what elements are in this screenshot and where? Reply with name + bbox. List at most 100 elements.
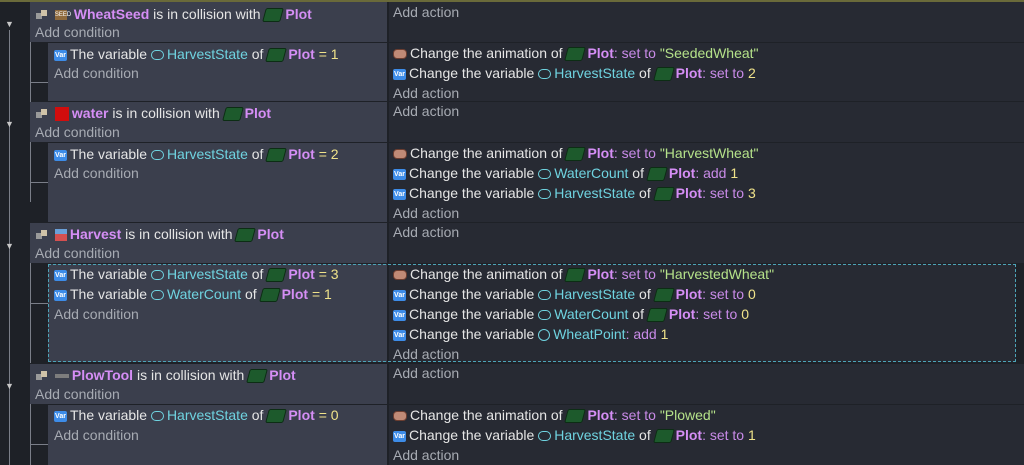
event-4-actions[interactable] — [389, 364, 1024, 404]
tree-line — [30, 182, 48, 183]
value: 0 — [747, 286, 756, 302]
tree-line — [30, 404, 31, 465]
variable-name: HarvestState — [166, 46, 248, 62]
operator: : set to — [613, 266, 656, 282]
object-name: Plot — [675, 65, 703, 81]
sub-condition[interactable]: Var The variable HarvestState of Plot = 0 — [54, 405, 339, 425]
event-2-condition[interactable]: water is in collision with Plot — [36, 103, 271, 123]
action-text: Change the variable — [409, 165, 535, 181]
of-text: of — [251, 146, 264, 162]
plot-icon — [652, 288, 675, 303]
collapse-caret-icon[interactable]: ▼ — [5, 120, 15, 129]
animation-icon — [393, 149, 407, 160]
object-name: PlowTool — [71, 367, 134, 383]
add-condition-link[interactable]: Add condition — [35, 243, 120, 263]
plot-icon — [652, 187, 675, 202]
event-1-condition[interactable]: SEED WheatSeed is in collision with Plot — [36, 4, 312, 24]
value: 1 — [324, 286, 332, 302]
action-row[interactable]: Change the animation of Plot: set to "Ha… — [393, 143, 758, 163]
value: "SeededWheat" — [659, 45, 759, 61]
global-variable-icon — [538, 329, 551, 342]
animation-icon — [393, 411, 407, 422]
action-row[interactable]: Var Change the variable WheatPoint: add 1 — [393, 324, 668, 344]
object-variable-icon — [150, 150, 164, 161]
add-action-link[interactable]: Add action — [393, 445, 459, 465]
value: 3 — [747, 185, 756, 201]
of-text: of — [639, 185, 651, 201]
sub-condition[interactable]: Var The variable HarvestState of Plot = 3 — [54, 264, 339, 284]
variable-name: HarvestState — [554, 65, 636, 81]
variable-name: HarvestState — [554, 427, 636, 443]
collision-icon — [36, 10, 48, 20]
sub-condition[interactable]: Var The variable HarvestState of Plot = 1 — [54, 44, 339, 64]
add-action-link[interactable]: Add action — [393, 83, 459, 103]
target-name: Plot — [269, 367, 296, 383]
object-name: Harvest — [69, 226, 122, 242]
add-condition-link[interactable]: Add condition — [54, 63, 139, 83]
variable-name: WheatPoint — [553, 326, 626, 342]
action-row[interactable]: Var Change the variable WaterCount of Plo… — [393, 163, 738, 183]
target-name: Plot — [285, 6, 312, 22]
sub-condition[interactable]: Var The variable HarvestState of Plot = 2 — [54, 144, 339, 164]
event-2-actions[interactable] — [389, 102, 1024, 142]
add-condition-link[interactable]: Add condition — [54, 425, 139, 445]
action-row[interactable]: Var Change the variable HarvestState of P… — [393, 425, 756, 445]
condition-text: The variable — [70, 146, 148, 162]
of-text: of — [251, 266, 264, 282]
operator: : set to — [613, 45, 656, 61]
object-variable-icon — [538, 310, 552, 321]
value: 1 — [660, 326, 669, 342]
operator: = — [311, 286, 321, 302]
action-text: Change the variable — [409, 65, 535, 81]
tree-line — [30, 263, 31, 363]
add-action-link[interactable]: Add action — [393, 101, 459, 121]
action-row[interactable]: Change the animation of Plot: set to "Ha… — [393, 264, 774, 284]
object-variable-icon — [538, 290, 552, 301]
operator: : set to — [613, 145, 656, 161]
event-3-actions[interactable] — [389, 223, 1024, 263]
variable-icon: Var — [393, 289, 406, 301]
add-condition-link[interactable]: Add condition — [54, 163, 139, 183]
event-4-condition[interactable]: PlowTool is in collision with Plot — [36, 365, 296, 385]
action-row[interactable]: Var Change the variable HarvestState of P… — [393, 284, 756, 304]
plot-icon — [652, 67, 675, 82]
object-name: Plot — [675, 427, 703, 443]
add-action-link[interactable]: Add action — [393, 344, 459, 364]
action-row[interactable]: Var Change the variable HarvestState of P… — [393, 183, 756, 203]
add-action-link[interactable]: Add action — [393, 222, 459, 242]
object-variable-icon — [538, 169, 552, 180]
add-action-link[interactable]: Add action — [393, 2, 459, 22]
event-1-actions[interactable] — [389, 2, 1024, 42]
sub-condition[interactable]: Var The variable WaterCount of Plot = 1 — [54, 284, 332, 304]
operator: = — [318, 407, 327, 423]
of-text: of — [639, 427, 651, 443]
plot-icon — [265, 409, 288, 424]
value: 3 — [330, 266, 339, 282]
variable-icon: Var — [393, 168, 406, 180]
action-row[interactable]: Change the animation of Plot: set to "Pl… — [393, 405, 716, 425]
event-3-condition[interactable]: Harvest is in collision with Plot — [36, 224, 284, 244]
object-name: Plot — [675, 286, 703, 302]
collapse-caret-icon[interactable]: ▼ — [5, 20, 15, 29]
water-icon — [54, 107, 69, 122]
collapse-caret-icon[interactable]: ▼ — [5, 382, 15, 391]
add-condition-link[interactable]: Add condition — [35, 22, 120, 42]
action-row[interactable]: Var Change the variable WaterCount of Plo… — [393, 304, 749, 324]
add-condition-link[interactable]: Add condition — [35, 122, 120, 142]
action-row[interactable]: Change the animation of Plot: set to "Se… — [393, 43, 759, 63]
add-action-link[interactable]: Add action — [393, 203, 459, 223]
action-row[interactable]: Var Change the variable HarvestState of P… — [393, 63, 756, 83]
variable-icon: Var — [54, 269, 67, 281]
variable-icon: Var — [54, 49, 67, 61]
tree-line — [30, 303, 48, 304]
collapse-caret-icon[interactable]: ▼ — [5, 242, 15, 251]
add-action-link[interactable]: Add action — [393, 363, 459, 383]
variable-icon: Var — [393, 309, 406, 321]
add-condition-link[interactable]: Add condition — [35, 384, 120, 404]
object-name: WheatSeed — [73, 6, 150, 22]
plot-icon — [246, 369, 269, 384]
add-condition-link[interactable]: Add condition — [54, 304, 139, 324]
variable-icon: Var — [54, 149, 67, 161]
object-name: Plot — [675, 185, 703, 201]
operator: = — [318, 266, 327, 282]
